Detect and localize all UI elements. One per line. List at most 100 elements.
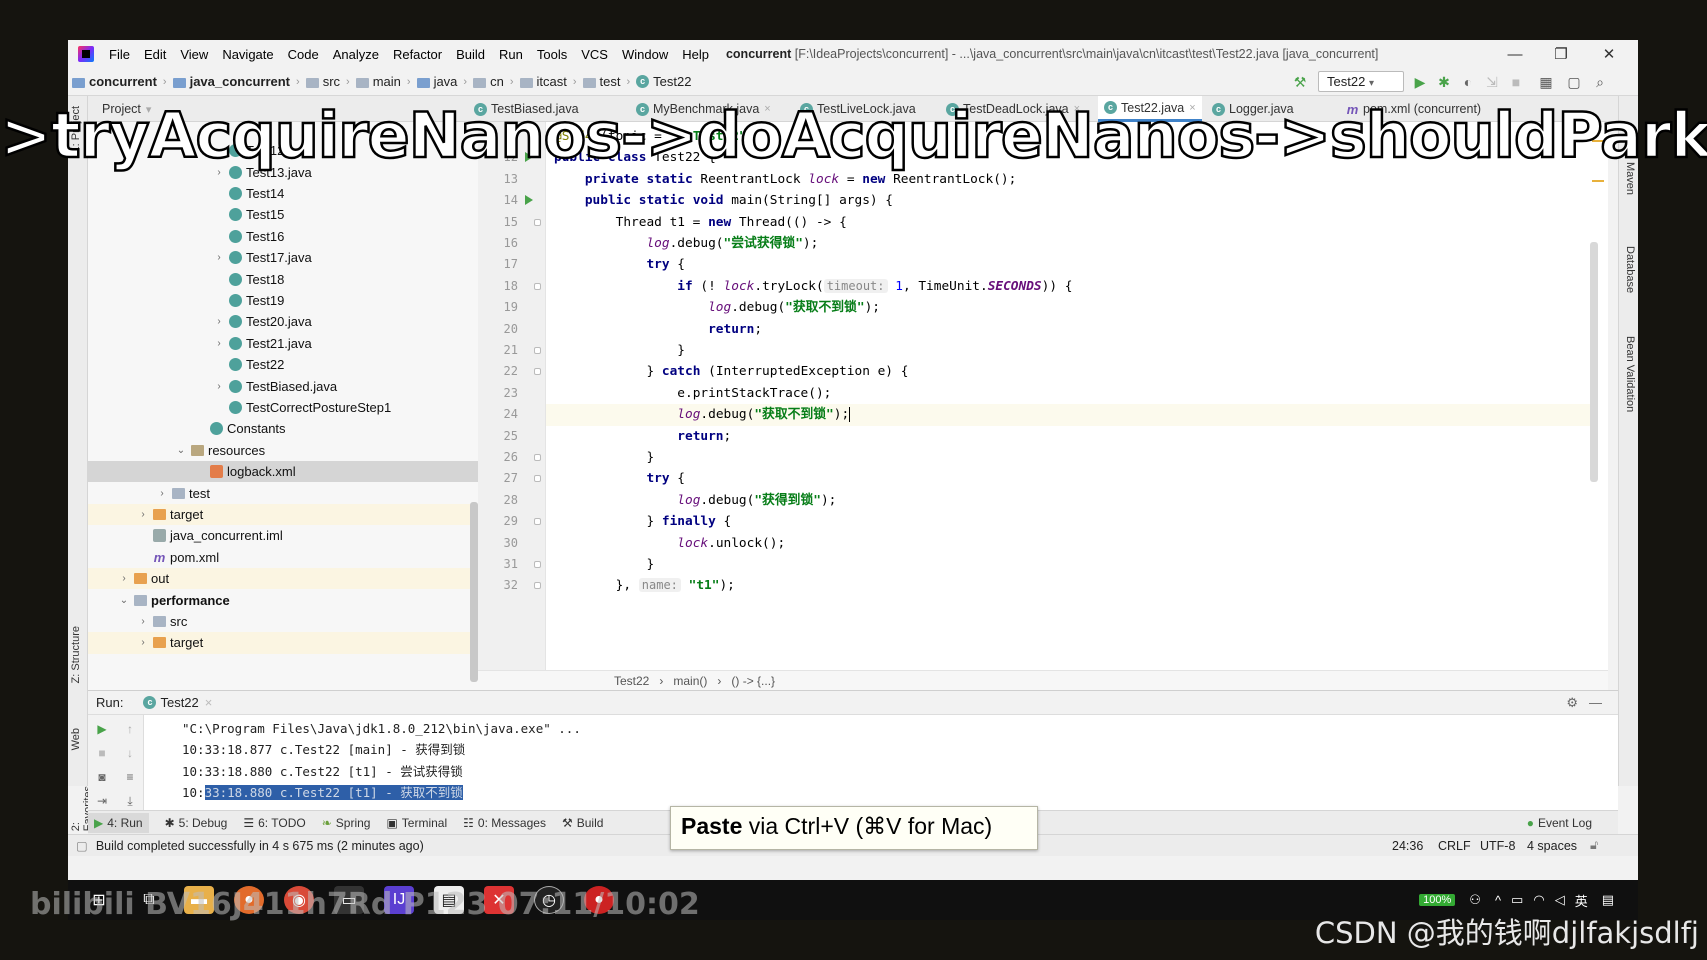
tool-tab-spring[interactable]: ❧ Spring [322,816,371,830]
menu-file[interactable]: File [102,47,137,62]
structure-tool-label[interactable]: Z: Structure [70,626,82,683]
line-number[interactable]: 19 [478,300,518,314]
chevron-right-icon[interactable]: › [137,637,149,648]
code-line[interactable]: e.printStackTrace(); [554,383,831,404]
exit-icon[interactable]: ⇥ [94,793,110,809]
chevron-right-icon[interactable]: › [137,509,149,520]
volume-icon[interactable]: ◁ [1555,892,1565,908]
run-configuration-select[interactable]: Test22 ▾ [1318,71,1404,92]
gear-icon[interactable]: ⚙ [1566,695,1578,711]
line-number[interactable]: 16 [478,236,518,250]
line-number[interactable]: 31 [478,557,518,571]
code-line[interactable]: try { [554,468,685,489]
menu-navigate[interactable]: Navigate [215,47,280,62]
crumb-itcast[interactable]: itcast [516,74,571,89]
tree-item[interactable]: TestCorrectPostureStep1 [88,397,478,418]
tree-item[interactable]: › Test20.java [88,311,478,332]
tree-item[interactable]: Test16 [88,226,478,247]
fold-marker-icon[interactable] [534,282,541,290]
project-scrollbar[interactable] [470,502,478,682]
menu-view[interactable]: View [173,47,215,62]
tree-item[interactable]: Constants [88,418,478,439]
code-editor[interactable]: 11 12 13 14 15 16 17 18 19 20 21 22 23 24 25 26 27 28 29 30… [478,122,1608,690]
tree-item[interactable]: › test [88,482,478,503]
tree-item[interactable]: m pom.xml [88,547,478,568]
battery-indicator[interactable]: 100% [1419,894,1456,906]
camera-icon[interactable]: ◙ [94,769,110,785]
wifi-icon[interactable]: ◠ [1533,892,1544,908]
indent-setting[interactable]: 4 spaces [1527,839,1577,853]
line-number[interactable]: 32 [478,578,518,592]
editor-scrollbar[interactable] [1590,242,1598,482]
chevron-right-icon[interactable]: › [137,616,149,627]
code-line[interactable]: } finally { [554,511,731,532]
code-line[interactable]: if (! lock.tryLock(timeout: 1, TimeUnit.… [554,276,1072,297]
tree-item[interactable]: › target [88,632,478,654]
chevron-right-icon[interactable]: › [213,381,225,392]
arrow-down-icon[interactable]: ↓ [122,745,138,761]
code-line[interactable]: lock.unlock(); [554,533,785,554]
run-icon[interactable]: ▶ [1410,72,1430,92]
line-number[interactable]: 21 [478,343,518,357]
menu-build[interactable]: Build [449,47,492,62]
line-number[interactable]: 29 [478,514,518,528]
line-number[interactable]: 17 [478,257,518,271]
code-line[interactable]: } catch (InterruptedException e) { [554,361,908,382]
coverage-icon[interactable]: ◐ [1458,72,1478,92]
frame-icon[interactable]: ▢ [1564,72,1584,92]
minimize-icon[interactable]: — [1492,40,1538,68]
code-line[interactable]: Thread t1 = new Thread(() -> { [554,212,847,233]
tool-tab-terminal[interactable]: ▣ Terminal [386,816,447,830]
tree-item[interactable]: › Test21.java [88,333,478,354]
menu-tools[interactable]: Tools [530,47,574,62]
tool-tab-todo[interactable]: ☰ 6: TODO [243,816,305,830]
code-line[interactable]: log.debug("获得到锁"); [554,490,836,511]
tree-item[interactable]: › target [88,503,478,526]
menu-vcs[interactable]: VCS [574,47,615,62]
breadcrumb-method[interactable]: main() [673,674,707,688]
stop-icon[interactable]: ■ [1506,72,1526,92]
tree-item[interactable]: ⌄ resources [88,440,478,461]
fold-marker-icon[interactable] [534,347,541,354]
tool-tab-run[interactable]: ▶ 4: Run [88,812,149,833]
fold-marker-icon[interactable] [534,218,541,226]
line-number[interactable]: 20 [478,322,518,336]
tree-item[interactable]: logback.xml [88,461,478,483]
chevron-right-icon[interactable]: › [213,316,225,327]
close-icon[interactable]: × [205,695,213,710]
crumb-test[interactable]: test [579,74,625,89]
chevron-up-icon[interactable]: ^ [1495,893,1501,908]
code-line[interactable]: try { [554,254,685,275]
tool-tab-build[interactable]: ⚒ Build [562,816,603,830]
restore-icon[interactable]: ❐ [1538,40,1584,68]
crumb-module[interactable]: java_concurrent [169,74,294,89]
crumb-java[interactable]: java [413,74,462,89]
chevron-right-icon[interactable]: › [118,573,130,584]
debug-icon[interactable]: ✱ [1434,72,1454,92]
chevron-right-icon[interactable]: › [213,338,225,349]
crumb-main[interactable]: main [352,74,405,89]
menu-edit[interactable]: Edit [137,47,173,62]
file-encoding[interactable]: UTF-8 [1480,839,1515,853]
tree-item[interactable]: › src [88,611,478,632]
error-stripe-marker[interactable] [1592,180,1604,182]
chevron-right-icon[interactable]: › [156,488,168,499]
tool-tab-messages[interactable]: ☷ 0: Messages [463,816,546,830]
fold-marker-icon[interactable] [534,368,541,376]
crumb-project[interactable]: concurrent [68,74,161,89]
console-line-selected[interactable]: 10:33:18.880 c.Test22 [t1] - 获取不到锁 [182,782,463,803]
run-tab-test22[interactable]: c Test22 × [143,695,212,710]
menu-help[interactable]: Help [675,47,716,62]
arrow-up-icon[interactable]: ↑ [122,721,138,737]
tree-item[interactable]: java_concurrent.iml [88,525,478,546]
code-line[interactable]: } [554,554,654,575]
database-tool-label[interactable]: Database [1624,246,1636,293]
line-number[interactable]: 24 [478,407,518,421]
tree-item[interactable]: Test14 [88,183,478,204]
menu-refactor[interactable]: Refactor [386,47,449,62]
caret-position[interactable]: 24:36 [1392,839,1423,853]
line-number[interactable]: 22 [478,364,518,378]
chevron-down-icon[interactable]: ⌄ [118,595,130,606]
menu-analyze[interactable]: Analyze [326,47,386,62]
code-line[interactable]: return; [554,426,731,447]
